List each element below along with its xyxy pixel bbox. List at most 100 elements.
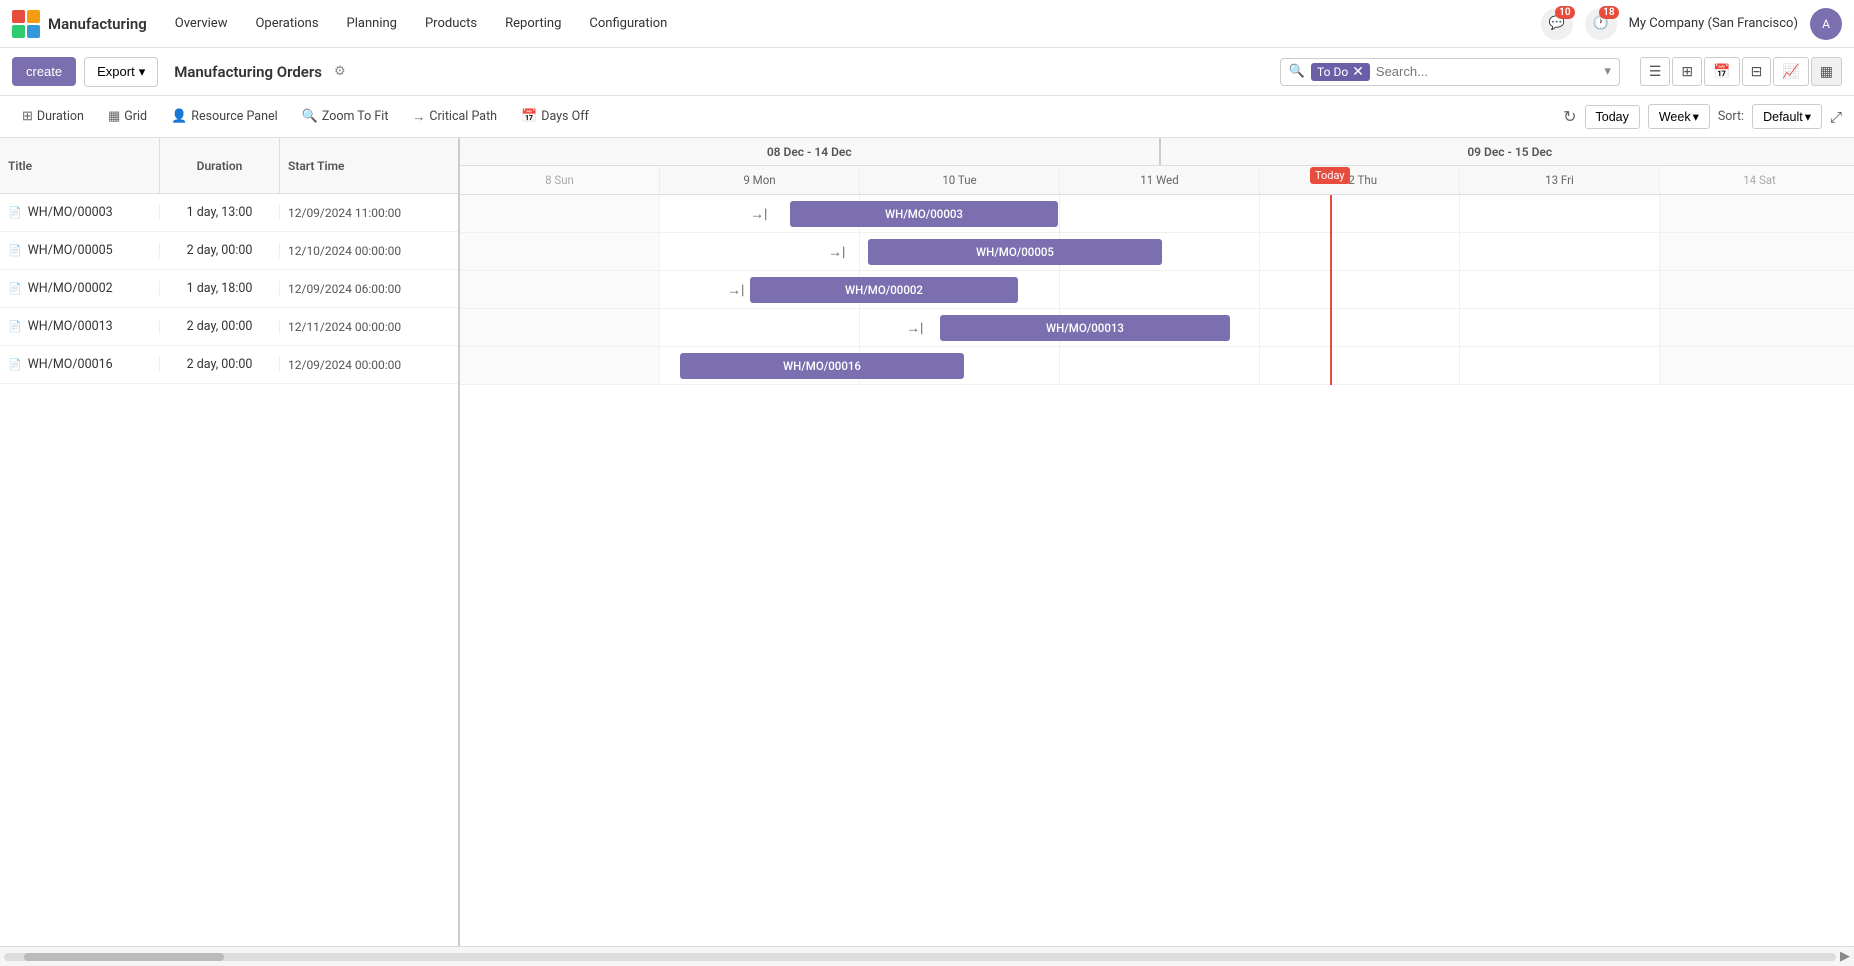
company-name: My Company (San Francisco)	[1629, 16, 1798, 31]
cell-starttime-3: 12/11/2024 00:00:00	[280, 320, 458, 334]
cell-title-1: 📄 WH/MO/00005	[0, 243, 160, 258]
cell-duration-4: 2 day, 00:00	[160, 357, 280, 372]
top-navigation: Manufacturing Overview Operations Planni…	[0, 0, 1854, 48]
sort-chevron-icon: ▾	[1805, 109, 1811, 124]
sort-selector[interactable]: Default ▾	[1752, 104, 1822, 129]
export-button[interactable]: Export ▾	[84, 57, 158, 87]
cell-duration-2: 1 day, 18:00	[160, 281, 280, 296]
view-list-button[interactable]: ☰	[1640, 57, 1671, 86]
search-dropdown-icon[interactable]: ▾	[1604, 64, 1611, 79]
day-header-cell: 8 Sun	[460, 166, 660, 194]
gantt-day-col	[660, 233, 860, 270]
critical-path-tool[interactable]: → Critical Path	[402, 104, 507, 130]
doc-icon: 📄	[8, 206, 22, 219]
cell-duration-0: 1 day, 13:00	[160, 205, 280, 220]
gantt-day-col	[860, 309, 1060, 346]
table-body: 📄 WH/MO/00003 1 day, 13:00 12/09/2024 11…	[0, 194, 458, 384]
table-row[interactable]: 📄 WH/MO/00013 2 day, 00:00 12/11/2024 00…	[0, 308, 458, 346]
day-header-cell: 11 Wed	[1060, 166, 1260, 194]
create-button[interactable]: create	[12, 57, 76, 86]
gantt-day-col	[1660, 195, 1854, 232]
gantt-day-col	[660, 347, 860, 384]
gantt-day-col	[1260, 347, 1460, 384]
scroll-right-arrow[interactable]: ▶	[1840, 949, 1850, 964]
gantt-day-col	[860, 271, 1060, 308]
week-selector[interactable]: Week ▾	[1648, 104, 1710, 129]
table-row[interactable]: 📄 WH/MO/00003 1 day, 13:00 12/09/2024 11…	[0, 194, 458, 232]
gantt-right-controls: ↻ Today Week ▾ Sort: Default ▾ ⤢	[1563, 104, 1842, 129]
scrollbar-thumb[interactable]	[24, 953, 224, 961]
gantt-day-col	[460, 271, 660, 308]
gantt-day-col	[1660, 347, 1854, 384]
cell-starttime-1: 12/10/2024 00:00:00	[280, 244, 458, 258]
date-headers: 08 Dec - 14 Dec 09 Dec - 15 Dec 8 Sun9 M…	[460, 138, 1854, 195]
table-header: Title Duration Start Time	[0, 138, 458, 194]
doc-icon: 📄	[8, 282, 22, 295]
col-header-starttime: Start Time	[280, 138, 458, 193]
nav-products[interactable]: Products	[413, 10, 489, 37]
gantt-day-col	[1060, 195, 1260, 232]
gantt-day-col	[1660, 271, 1854, 308]
gantt-body: →|WH/MO/00003→|WH/MO/00005→|WH/MO/00002→…	[460, 195, 1854, 385]
zoom-icon: 🔍	[302, 109, 318, 124]
resource-icon: 👤	[171, 109, 187, 124]
gantt-row-4: →|WH/MO/00016	[460, 347, 1854, 385]
gantt-day-col	[1060, 271, 1260, 308]
settings-icon[interactable]: ⚙	[334, 64, 346, 79]
nav-reporting[interactable]: Reporting	[493, 10, 573, 37]
fullscreen-button[interactable]: ⤢	[1830, 108, 1842, 126]
days-off-tool[interactable]: 📅 Days Off	[511, 104, 599, 129]
table-row[interactable]: 📄 WH/MO/00002 1 day, 18:00 12/09/2024 06…	[0, 270, 458, 308]
main-content: Title Duration Start Time 📄 WH/MO/00003 …	[0, 138, 1854, 946]
activity-badge: 18	[1599, 6, 1618, 19]
gantt-day-col	[460, 233, 660, 270]
cell-title-4: 📄 WH/MO/00016	[0, 357, 160, 372]
duration-icon: ⊞	[22, 109, 33, 124]
table-row[interactable]: 📄 WH/MO/00005 2 day, 00:00 12/10/2024 00…	[0, 232, 458, 270]
secondary-bar: create Export ▾ Manufacturing Orders ⚙ 🔍…	[0, 48, 1854, 96]
gantt-chart[interactable]: 08 Dec - 14 Dec 09 Dec - 15 Dec 8 Sun9 M…	[460, 138, 1854, 946]
day-header-cell: 12 Thu	[1260, 166, 1460, 194]
gantt-day-col	[1460, 347, 1660, 384]
gantt-day-col	[660, 309, 860, 346]
nav-configuration[interactable]: Configuration	[577, 10, 679, 37]
gantt-day-col	[1460, 309, 1660, 346]
scrollbar-track[interactable]	[4, 953, 1836, 961]
day-header-cell: 10 Tue	[860, 166, 1060, 194]
today-button[interactable]: Today	[1585, 105, 1640, 129]
resource-panel-tool[interactable]: 👤 Resource Panel	[161, 104, 288, 129]
user-avatar[interactable]: A	[1810, 8, 1842, 40]
sort-label: Sort:	[1718, 109, 1744, 124]
cell-title-2: 📄 WH/MO/00002	[0, 281, 160, 296]
day-row: 8 Sun9 Mon10 Tue11 Wed12 Thu13 Fri14 Sat	[460, 166, 1854, 194]
gantt-day-col	[660, 195, 860, 232]
view-gantt-button[interactable]: ▦	[1811, 57, 1842, 86]
doc-icon: 📄	[8, 244, 22, 257]
cell-starttime-2: 12/09/2024 06:00:00	[280, 282, 458, 296]
duration-tool[interactable]: ⊞ Duration	[12, 104, 94, 129]
view-pivot-button[interactable]: ⊟	[1742, 57, 1772, 86]
activity-button[interactable]: 🕐 18	[1585, 8, 1617, 40]
filter-tag-todo: To Do ✕	[1311, 63, 1370, 81]
refresh-button[interactable]: ↻	[1563, 107, 1576, 126]
day-header-cell: 14 Sat	[1660, 166, 1854, 194]
gantt-day-col	[860, 347, 1060, 384]
zoom-to-fit-tool[interactable]: 🔍 Zoom To Fit	[292, 104, 399, 129]
filter-tag-remove[interactable]: ✕	[1352, 65, 1364, 79]
view-kanban-button[interactable]: ⊞	[1672, 57, 1702, 86]
nav-planning[interactable]: Planning	[335, 10, 409, 37]
view-calendar-button[interactable]: 📅	[1704, 57, 1739, 86]
view-graph-button[interactable]: 📈	[1773, 57, 1808, 86]
search-input[interactable]	[1376, 64, 1598, 79]
messages-button[interactable]: 💬 10	[1541, 8, 1573, 40]
cell-starttime-0: 12/09/2024 11:00:00	[280, 206, 458, 220]
app-logo[interactable]: Manufacturing	[12, 10, 147, 38]
doc-icon: 📄	[8, 320, 22, 333]
messages-badge: 10	[1555, 6, 1574, 19]
search-bar: 🔍 To Do ✕ ▾	[1280, 58, 1620, 86]
table-row[interactable]: 📄 WH/MO/00016 2 day, 00:00 12/09/2024 00…	[0, 346, 458, 384]
grid-tool[interactable]: ▦ Grid	[98, 104, 157, 129]
cell-title-3: 📄 WH/MO/00013	[0, 319, 160, 334]
nav-operations[interactable]: Operations	[243, 10, 330, 37]
nav-overview[interactable]: Overview	[163, 10, 240, 37]
